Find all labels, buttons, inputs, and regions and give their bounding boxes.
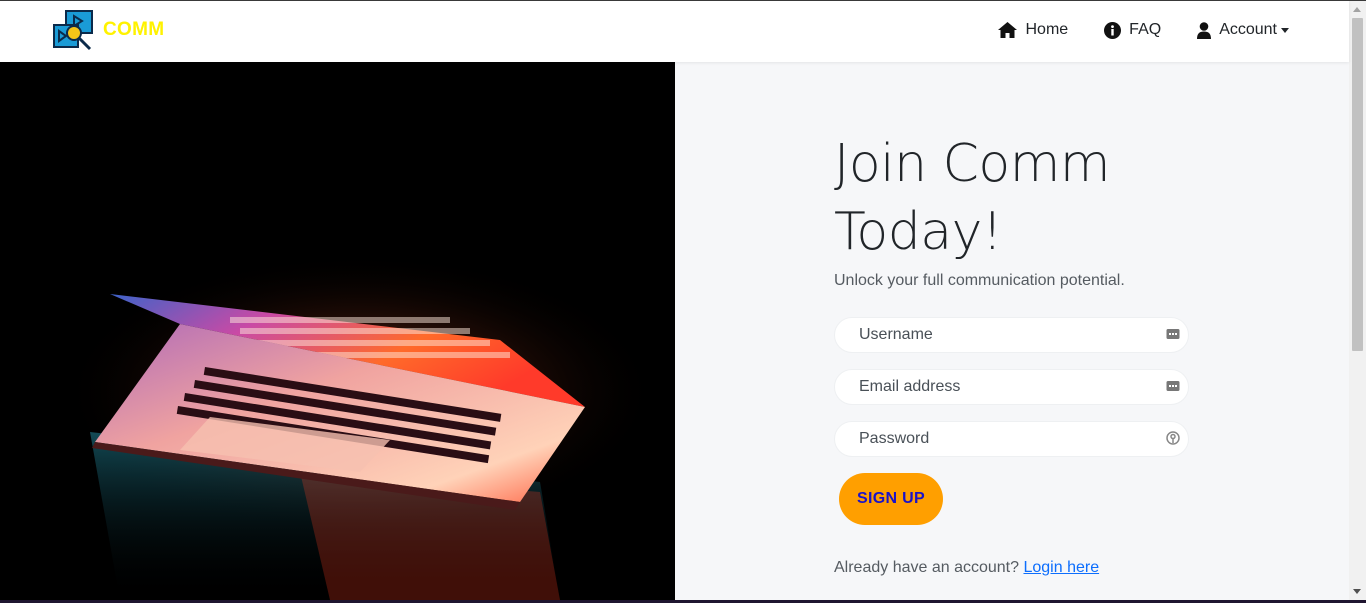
autofill-icon (1166, 329, 1180, 339)
username-input[interactable] (859, 326, 1129, 344)
nav-account-label: Account (1219, 21, 1277, 38)
nav-home[interactable]: Home (998, 21, 1068, 39)
autofill-icon (1166, 381, 1180, 391)
login-link[interactable]: Login here (1023, 559, 1099, 576)
username-field[interactable] (834, 317, 1189, 353)
email-input[interactable] (859, 378, 1129, 396)
nav-account-dropdown[interactable]: Account (1197, 21, 1289, 39)
brand-link[interactable]: COMM (52, 9, 164, 51)
login-prompt: Already have an account? Login here (834, 559, 1099, 577)
sign-up-button[interactable]: SIGN UP (839, 473, 943, 525)
info-circle-icon (1104, 21, 1122, 39)
page: COMM Home FAQ Account Join Comm Today! U… (0, 0, 1366, 603)
chevron-down-icon (1281, 27, 1289, 33)
hero-laptop-image (0, 62, 675, 600)
laptop-illustration (0, 62, 675, 600)
scroll-thumb[interactable] (1352, 18, 1363, 351)
search-video-icon (53, 10, 93, 51)
nav-faq[interactable]: FAQ (1104, 21, 1161, 39)
key-icon (1166, 431, 1180, 445)
scroll-up-arrow-icon[interactable] (1353, 7, 1361, 12)
page-title: Join Comm Today! (834, 134, 1111, 262)
password-field[interactable] (834, 421, 1189, 457)
brand-name: COMM (103, 19, 165, 40)
scroll-down-arrow-icon[interactable] (1353, 589, 1361, 594)
signup-subtitle: Unlock your full communication potential… (834, 272, 1125, 289)
email-field[interactable] (834, 369, 1189, 405)
password-input[interactable] (859, 430, 1129, 448)
nav-home-label: Home (1025, 21, 1069, 38)
page-scrollbar[interactable] (1349, 1, 1366, 600)
main-nav: Home FAQ Account (962, 1, 1289, 59)
nav-faq-label: FAQ (1129, 21, 1162, 38)
person-icon (1197, 21, 1212, 39)
navbar: COMM Home FAQ Account (0, 1, 1349, 62)
login-prompt-text: Already have an account? (834, 559, 1020, 576)
home-icon (998, 22, 1018, 38)
signup-panel: Join Comm Today! Unlock your full commun… (675, 62, 1349, 600)
